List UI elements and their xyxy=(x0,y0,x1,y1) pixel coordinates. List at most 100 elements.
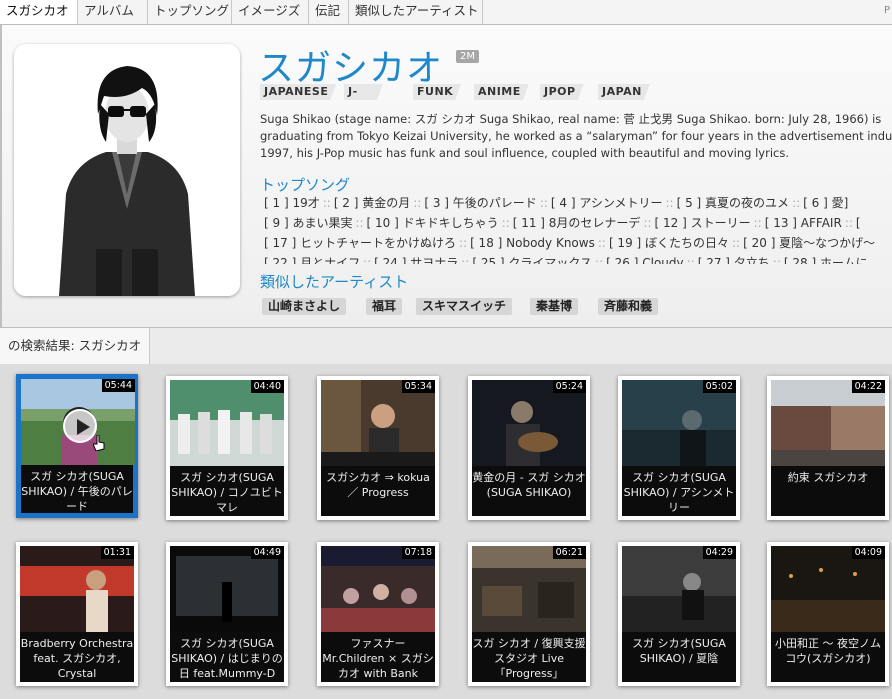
video-card[interactable]: 04:09 小田和正 ～ 夜空ノムコウ(スガシカオ) xyxy=(767,542,889,686)
song-link[interactable]: [ xyxy=(856,216,861,230)
tab-biography[interactable]: 伝記 xyxy=(309,0,349,24)
nav-corner-text: P xyxy=(883,5,890,16)
song-link[interactable]: [ 10 ] ドキドキしちゃう xyxy=(367,216,499,230)
song-link[interactable]: [ 12 ] ストーリー xyxy=(655,216,751,230)
video-duration: 05:34 xyxy=(401,380,435,393)
artist-photo[interactable] xyxy=(14,44,240,296)
tab-similar-artists[interactable]: 類似したアーティスト xyxy=(349,0,483,24)
song-link[interactable]: [ 1 ] 19才 xyxy=(264,196,320,210)
song-link[interactable]: [ 25 ] クライマックス xyxy=(472,256,592,264)
video-title: スガ シカオ(SUGA SHIKAO) / 夏陰 xyxy=(622,632,736,682)
video-grid: 05:44 スガ シカオ(SUGA SHIKAO) / 午後のパレード 04:4… xyxy=(0,364,892,699)
song-link[interactable]: [ 27 ] 夕立ち xyxy=(698,256,770,264)
artist-panel: スガシカオ 2M JAPANESE J-POP FUNK ANIME JPOP … xyxy=(0,25,892,327)
video-title: 黄金の月 - スガ シカオ(SUGA SHIKAO) xyxy=(472,466,586,516)
bio-line: graduating from Tokyo Keizai University,… xyxy=(260,129,892,143)
song-link[interactable]: [ 13 ] AFFAIR xyxy=(765,216,842,230)
hand-cursor-icon xyxy=(93,435,105,451)
video-card[interactable]: 04:40 スガ シカオ(SUGA SHIKAO) / コノユビトマレ xyxy=(166,376,288,520)
similar-artist-chip[interactable]: 福耳 xyxy=(366,298,403,315)
video-card[interactable]: 07:18 ファスナー Mr.Children × スガシカオ with Ban… xyxy=(317,542,439,686)
top-nav: スガシカオ アルバム トップソング イメージズ 伝記 類似したアーティスト P xyxy=(0,0,892,25)
top-songs-row: [ 22 ] 月とナイフ::[ 24 ] サヨナラ::[ 25 ] クライマック… xyxy=(264,253,892,264)
top-songs-row: [ 9 ] あまい果実::[ 10 ] ドキドキしちゃう::[ 11 ] 8月の… xyxy=(264,216,861,230)
video-title: スガシカオ ⇒ kokua ／ Progress xyxy=(321,466,435,516)
video-duration: 05:24 xyxy=(552,380,586,393)
play-icon[interactable] xyxy=(63,409,97,443)
tab-albums[interactable]: アルバム xyxy=(78,0,148,24)
video-card[interactable]: 05:34 スガシカオ ⇒ kokua ／ Progress xyxy=(317,376,439,520)
video-duration: 05:44 xyxy=(101,379,135,392)
video-thumbnail: 04:09 xyxy=(771,546,885,632)
video-duration: 04:22 xyxy=(851,380,885,393)
similar-artist-chip[interactable]: 山崎まさよし xyxy=(262,298,347,315)
song-link[interactable]: [ 22 ] 月とナイフ xyxy=(264,256,360,264)
song-link[interactable]: [ 9 ] あまい果実 xyxy=(264,216,352,230)
video-card[interactable]: 04:22 約束 スガシカオ xyxy=(767,376,889,520)
song-link[interactable]: [ 28 ] ホームに xyxy=(784,256,868,264)
bio-line: Suga Shikao (stage name: スガ シカオ Suga Shi… xyxy=(260,112,882,126)
video-card[interactable]: 05:24 黄金の月 - スガ シカオ(SUGA SHIKAO) xyxy=(468,376,590,520)
top-songs-heading[interactable]: トップソング xyxy=(260,174,350,195)
song-link[interactable]: [ 26 ] Cloudy xyxy=(606,256,683,264)
video-duration: 04:40 xyxy=(250,380,284,393)
song-link[interactable]: [ 20 ] 夏陰〜なつかげ〜 xyxy=(743,236,875,250)
top-songs-row: [ 1 ] 19才::[ 2 ] 黄金の月::[ 3 ] 午後のパレード::[ … xyxy=(264,196,849,210)
tab-artist[interactable]: スガシカオ xyxy=(0,0,78,24)
tag-japan[interactable]: JAPAN xyxy=(598,84,650,100)
video-card[interactable]: 05:44 スガ シカオ(SUGA SHIKAO) / 午後のパレード xyxy=(16,374,138,518)
video-card[interactable]: 04:29 スガ シカオ(SUGA SHIKAO) / 夏陰 xyxy=(618,542,740,686)
similar-artist-chip[interactable]: スキマスイッチ xyxy=(416,298,513,315)
song-link[interactable]: [ 24 ] サヨナラ xyxy=(374,256,458,264)
tag-funk[interactable]: FUNK xyxy=(413,84,461,100)
tag-anime[interactable]: ANIME xyxy=(474,84,529,100)
bio-line: 1997, his J-Pop music has funk and soul … xyxy=(260,146,789,160)
video-title: スガ シカオ(SUGA SHIKAO) / 午後のパレード xyxy=(21,465,133,513)
artist-name: スガシカオ xyxy=(258,48,444,89)
video-thumbnail: 06:21 xyxy=(472,546,586,632)
song-link[interactable]: [ 2 ] 黄金の月 xyxy=(334,196,410,210)
video-thumbnail: 07:18 xyxy=(321,546,435,632)
video-duration: 04:09 xyxy=(851,546,885,559)
video-duration: 04:29 xyxy=(702,546,736,559)
video-duration: 01:31 xyxy=(100,546,134,559)
song-link[interactable]: [ 5 ] 真夏の夜のユメ xyxy=(677,196,789,210)
video-thumbnail: 05:02 xyxy=(622,380,736,466)
tag-j-pop[interactable]: J-POP xyxy=(344,84,383,100)
similar-artist-chip[interactable]: 斉藤和義 xyxy=(598,298,659,315)
song-link[interactable]: [ 4 ] アシンメトリー xyxy=(551,196,663,210)
song-link[interactable]: [ 6 ] 愛] xyxy=(803,196,848,210)
song-link[interactable]: [ 3 ] 午後のパレード xyxy=(424,196,536,210)
tag-jpop[interactable]: JPOP xyxy=(540,84,584,100)
video-title: スガ シカオ / 復興支援スタジオ Live「Progress」 xyxy=(472,632,586,682)
video-card[interactable]: 06:21 スガ シカオ / 復興支援スタジオ Live「Progress」 xyxy=(468,542,590,686)
video-title: 小田和正 ～ 夜空ノムコウ(スガシカオ) xyxy=(771,632,885,682)
song-link[interactable]: [ 11 ] 8月のセレナーデ xyxy=(513,216,641,230)
video-title: スガ シカオ(SUGA SHIKAO) / コノユビトマレ xyxy=(170,466,284,516)
tag-japanese[interactable]: JAPANESE xyxy=(260,84,336,100)
artist-bio: Suga Shikao (stage name: スガ シカオ Suga Shi… xyxy=(260,111,892,162)
similar-artists-heading[interactable]: 類似したアーティスト xyxy=(260,271,408,292)
video-duration: 06:21 xyxy=(552,546,586,559)
tab-top-songs[interactable]: トップソング xyxy=(148,0,232,24)
video-title: 約束 スガシカオ xyxy=(771,466,885,516)
video-card[interactable]: 01:31 Bradberry Orchestra feat. スガシカオ, C… xyxy=(16,542,138,686)
artist-photo-image xyxy=(14,44,240,296)
video-thumbnail: 01:31 xyxy=(20,546,134,632)
video-title: スガ シカオ(SUGA SHIKAO) / はじまりの日 feat.Mummy-… xyxy=(170,632,284,682)
video-thumbnail: 04:22 xyxy=(771,380,885,466)
video-duration: 04:49 xyxy=(250,546,284,559)
similar-artist-chip[interactable]: 秦基博 xyxy=(530,298,579,315)
video-card[interactable]: 04:49 スガ シカオ(SUGA SHIKAO) / はじまりの日 feat.… xyxy=(166,542,288,686)
video-thumbnail: 04:49 xyxy=(170,546,284,632)
song-link[interactable]: [ 17 ] ヒットチャートをかけぬけろ xyxy=(264,236,456,250)
listeners-badge: 2M xyxy=(456,50,479,63)
top-songs-list: [ 1 ] 19才::[ 2 ] 黄金の月::[ 3 ] 午後のパレード::[ … xyxy=(264,193,892,264)
video-thumbnail: 04:29 xyxy=(622,546,736,632)
video-card[interactable]: 05:02 スガ シカオ(SUGA SHIKAO) / アシンメトリー xyxy=(618,376,740,520)
video-duration: 05:02 xyxy=(702,380,736,393)
video-thumbnail: 04:40 xyxy=(170,380,284,466)
song-link[interactable]: [ 18 ] Nobody Knows xyxy=(470,236,595,250)
song-link[interactable]: [ 19 ] ぼくたちの日々 xyxy=(609,236,729,250)
tab-images[interactable]: イメージズ xyxy=(232,0,309,24)
